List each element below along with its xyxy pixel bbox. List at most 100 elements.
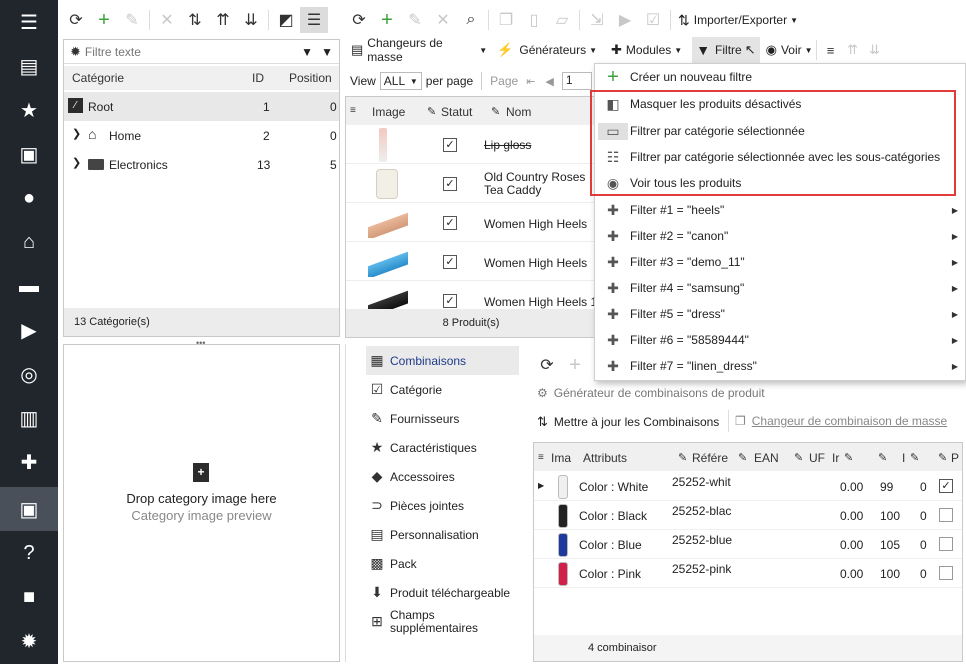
lock-icon[interactable]: ■ [0,575,58,619]
prev-page-icon[interactable]: ◀ [545,75,553,88]
product-row[interactable]: ✓ Old Country Roses Tea Caddy [346,165,596,203]
search-icon[interactable]: ⌕ [457,7,485,33]
col-p[interactable]: P [951,451,959,465]
add-icon[interactable]: + [561,352,589,378]
default-checkbox[interactable]: ✓ [939,479,953,493]
default-checkbox[interactable] [939,508,953,522]
page-input[interactable]: 1 [561,72,592,90]
copy-icon[interactable]: ❐ [492,7,520,33]
edit-icon[interactable]: ✎ [401,7,429,33]
status-checkbox[interactable]: ✓ [443,216,457,230]
add-product-icon[interactable]: + [373,7,401,33]
category-row[interactable]: ❯ Electronics 13 5 [64,150,339,179]
sort-icon[interactable]: ⇅ [181,7,209,33]
menu-icon[interactable]: ≡ [538,452,544,463]
chevron-right-icon[interactable]: ❯ [72,127,81,140]
modules-button[interactable]: ✚ Modules ▼ [611,42,682,58]
menu-icon[interactable]: ☰ [0,0,58,44]
edit-icon[interactable]: ✎ [118,7,146,33]
col-image[interactable]: Ima [551,451,571,465]
col-i[interactable]: I [902,451,905,465]
filter-menu-item[interactable]: + Créer un nouveau filtre [596,64,964,90]
filter-list-icon[interactable]: ☰ [300,7,328,33]
col-position[interactable]: Position [289,71,332,85]
view-select[interactable]: ALL ▼ [379,72,422,90]
tab-supplier[interactable]: ✎ Fournisseurs [346,404,518,433]
col-impact[interactable]: Ir [832,451,839,465]
combination-row[interactable]: Color : Blue 25252-blue 0.00 105 0 [534,530,962,559]
move-up-icon[interactable]: ⇈ [842,37,864,63]
product-row[interactable]: ✓ Women High Heels 1( [346,282,596,310]
filter-menu-item[interactable]: ✚ Filter #2 = "canon" ▶ [596,223,964,249]
update-combinations-button[interactable]: ⇅ Mettre à jour les Combinaisons [537,414,719,430]
col-category[interactable]: Catégorie [72,71,124,85]
box-icon[interactable]: ▣ [0,487,58,531]
status-checkbox[interactable]: ✓ [443,294,457,308]
filter-menu-item[interactable]: ✚ Filter #3 = "demo_11" ▶ [596,249,964,275]
col-id[interactable]: ID [252,71,264,85]
chart-icon[interactable]: ▥ [0,396,58,440]
filter-button[interactable]: ▼ Filtre ↖ [692,37,760,63]
tab-pack[interactable]: ▩ Pack [346,549,518,578]
combination-row[interactable]: ▶ Color : White 25252-whit 0.00 99 0 ✓ [534,472,962,501]
status-checkbox[interactable]: ✓ [443,138,457,152]
tab-grid[interactable]: ▦ Combinaisons [366,346,519,375]
store-icon[interactable]: ▤ [0,44,58,88]
truck-icon[interactable]: ▶ [0,308,58,352]
add-image-icon[interactable]: + [193,463,209,482]
tab-download[interactable]: ⬇ Produit téléchargeable [346,578,518,607]
gear-icon[interactable]: ✹ [70,44,81,60]
menu-icon[interactable]: ≡ [350,105,356,116]
filter-menu-item[interactable]: ✚ Filter #1 = "heels" ▶ [596,197,964,223]
refresh-icon[interactable]: ⟳ [533,352,561,378]
col-attributes[interactable]: Attributs [583,451,627,465]
help-icon[interactable]: ? [0,531,58,575]
drop-image-text[interactable]: Drop category image here [64,491,339,506]
clear-filter-icon[interactable]: ▼ [321,45,333,59]
combination-row[interactable]: Color : Black 25252-blac 0.00 100 0 [534,501,962,530]
filter-menu-item[interactable]: ✚ Filter #4 = "samsung" ▶ [596,275,964,301]
col-status[interactable]: Statut [441,105,472,119]
font-size-icon[interactable]: ≡ [820,37,842,63]
clear-icon[interactable]: ▱ [548,7,576,33]
first-page-icon[interactable]: ⇤ [526,75,535,88]
status-checkbox[interactable]: ✓ [443,255,457,269]
product-row[interactable]: ✓ Women High Heels [346,243,596,281]
col-upc[interactable]: UF [809,451,825,465]
generators-button[interactable]: ⚡ Générateurs ▼ [497,42,597,58]
sort-up-icon[interactable]: ⇈ [209,7,237,33]
chat-icon[interactable]: ▬ [0,264,58,308]
gear-icon[interactable]: ✹ [0,619,58,663]
col-name[interactable]: Nom [506,105,531,119]
col-image[interactable]: Image [372,105,405,119]
col-ean[interactable]: EAN [754,451,779,465]
product-row[interactable]: ✓ Women High Heels [346,204,596,242]
generator-button[interactable]: ⚙ Générateur de combinaisons de produit [537,386,765,400]
truck-icon[interactable]: ▶ [611,7,639,33]
tab-paperclip[interactable]: ⊃ Pièces jointes [346,491,518,520]
move-icon[interactable]: ⇲ [583,7,611,33]
view-button[interactable]: ◉ Voir ▼ [766,42,813,58]
image-edit-icon[interactable]: ◩ [272,7,300,33]
col-reference[interactable]: Référe [692,451,728,465]
category-filter-input[interactable] [84,44,285,59]
default-checkbox[interactable] [939,566,953,580]
category-row[interactable]: ❯ ⌂ Home 2 0 [64,121,339,150]
refresh-icon[interactable]: ⟳ [345,7,373,33]
delete-icon[interactable]: ✕ [153,7,181,33]
paste-icon[interactable]: ▯ [520,7,548,33]
move-down-icon[interactable]: ⇊ [864,37,886,63]
tab-star[interactable]: ★ Caractéristiques [346,433,518,462]
globe-icon[interactable]: ◎ [0,352,58,396]
delete-icon[interactable]: ✕ [429,7,457,33]
star-icon[interactable]: ★ [0,88,58,132]
import-export-button[interactable]: ⇅ Importer/Exporter ▼ [674,7,798,33]
tab-customize[interactable]: ▤ Personnalisation [346,520,518,549]
mass-changers-button[interactable]: ▤ Changeurs de masse ▼ [351,36,487,64]
chevron-right-icon[interactable]: ❯ [72,156,81,169]
combination-row[interactable]: Color : Pink 25252-pink 0.00 100 0 [534,559,962,588]
puzzle-icon[interactable]: ✚ [0,440,58,484]
filter-icon[interactable]: ▼ [301,45,313,59]
product-row[interactable]: ✓ Lip gloss [346,126,596,164]
status-checkbox[interactable]: ✓ [443,177,457,191]
